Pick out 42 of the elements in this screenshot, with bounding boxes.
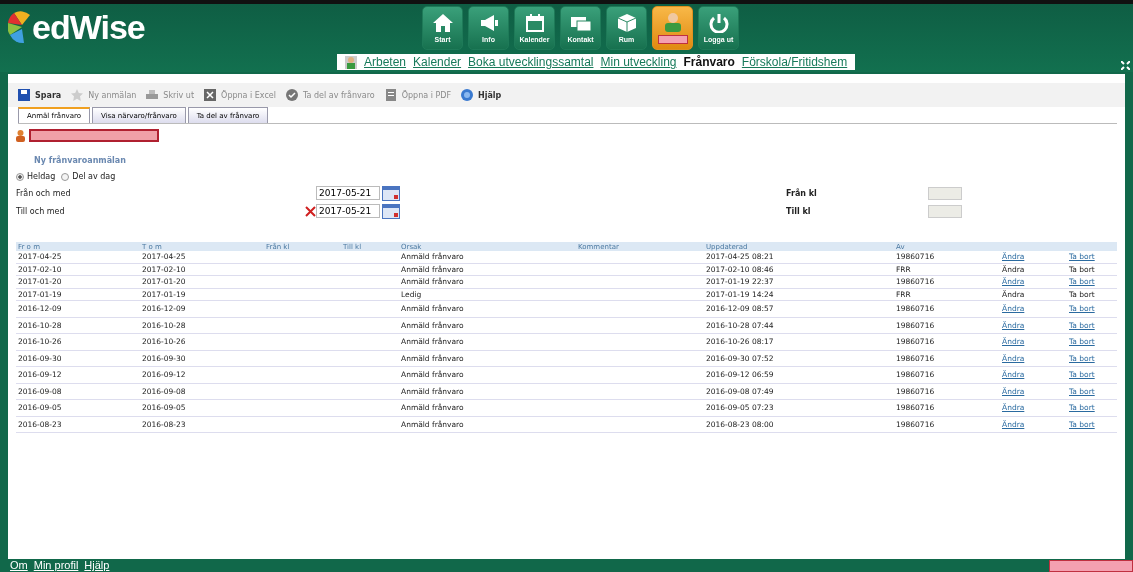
error-icon [305,205,316,217]
field-label: Till och med [16,206,66,216]
toolbar-button[interactable]: Spara [18,89,62,101]
time-field[interactable] [928,186,962,200]
help-icon [461,89,474,101]
time-field[interactable] [928,204,962,218]
toolbar-button[interactable]: Hjälp [461,89,502,101]
footer-link[interactable]: Om [10,560,28,571]
nav-link[interactable]: Frånvaro [683,55,735,69]
calendar-icon [523,13,546,33]
nav-button[interactable] [652,6,693,50]
radio-option[interactable]: Del av dag [61,172,116,181]
date-field[interactable]: 2017-05-21 [316,204,380,218]
footer-link[interactable]: Hjälp [84,560,110,571]
document-icon [384,89,397,101]
check-icon [286,89,298,101]
nav-link[interactable]: Kalender [413,55,462,69]
expand-icon[interactable] [1121,61,1130,70]
logo-text: edWise [32,7,145,47]
form-heading: Ny frånvaroanmälan [34,156,127,167]
header-filler [1067,242,1117,251]
house-icon [431,13,454,33]
field-label: Till kl [786,206,812,216]
nav-link[interactable]: Min utveckling [600,55,677,69]
nav-link[interactable]: Förskola/Fritidshem [741,55,848,69]
calendar-icon[interactable] [382,185,400,201]
save-icon [18,89,30,101]
nav-link[interactable]: Boka utvecklingssamtal [468,55,594,69]
printer-icon [146,89,159,101]
field-label: Från och med [16,188,72,198]
date-field[interactable]: 2017-05-21 [316,186,380,200]
redacted-block [657,35,688,44]
calendar-icon[interactable] [382,203,400,219]
cube-icon [615,13,638,33]
radio-option[interactable]: Heldag [16,172,56,181]
person-icon [16,130,25,142]
field-label: Från kl [786,188,818,198]
power-icon [707,13,730,33]
footer-link[interactable]: Min profil [33,560,79,571]
person-icon [345,55,357,69]
star-icon [71,89,84,101]
nav-link[interactable]: Arbeten [364,55,407,69]
